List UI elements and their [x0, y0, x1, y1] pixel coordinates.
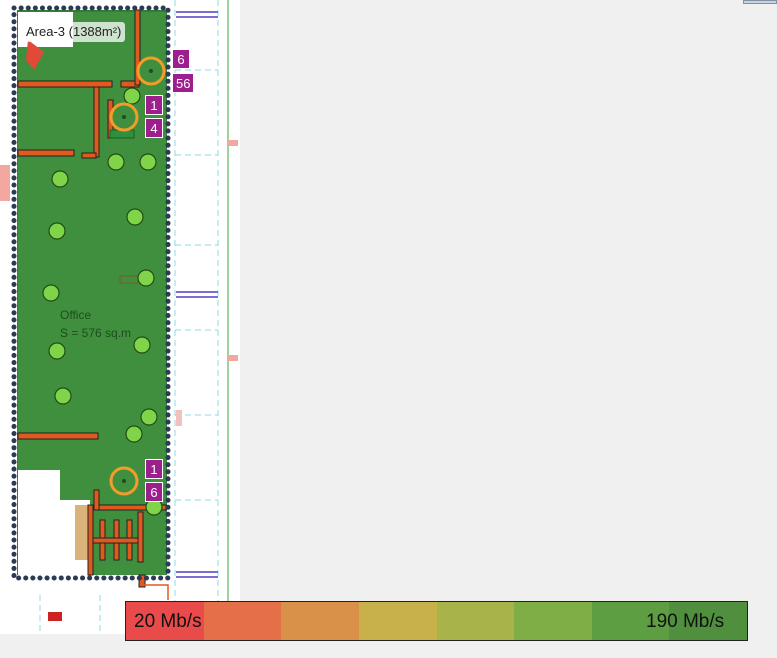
map-canvas[interactable]: Area-3 (1388m²) Office S = 576 sq.m 6 56…: [0, 0, 777, 658]
legend-min-label: 20 Mb/s: [134, 611, 202, 632]
legend-color-segment: [436, 602, 515, 640]
room-name-label: Office: [60, 308, 92, 322]
ap-badge[interactable]: 1: [145, 459, 163, 479]
ap-badge[interactable]: 1: [145, 95, 163, 115]
legend-color-segment: [203, 602, 282, 640]
room-area-label: S = 576 sq.m: [60, 326, 132, 340]
ap-badge[interactable]: 4: [145, 118, 163, 138]
legend-max-label: 190 Mb/s: [646, 611, 725, 632]
ap-badge[interactable]: 6: [145, 482, 163, 502]
legend-color-segment: [281, 602, 359, 640]
area-label[interactable]: Area-3 (1388m²): [22, 22, 126, 42]
ap-badge[interactable]: 6: [172, 49, 190, 69]
panel-toggle-button[interactable]: [743, 0, 777, 4]
ap-badge[interactable]: 56: [172, 73, 195, 93]
legend-color-segment: [514, 602, 592, 640]
legend-color-segment: [358, 602, 437, 640]
